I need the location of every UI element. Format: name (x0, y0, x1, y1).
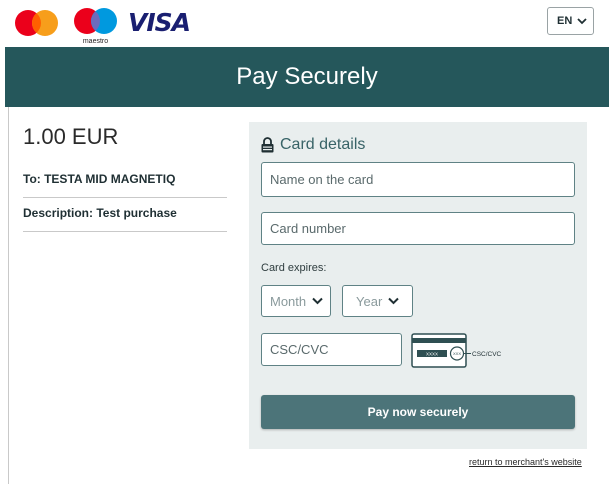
payee: To: TESTA MID MAGNETIQ (23, 172, 227, 198)
lock-icon (261, 137, 274, 153)
visa-logo: VISA (128, 8, 191, 37)
csc-hint-label: CSC/CVC (472, 351, 502, 358)
page-title: Pay Securely (236, 63, 378, 90)
card-number-input[interactable]: Card number (261, 212, 575, 245)
csc-digits: XXX (453, 351, 461, 356)
card-back-icon: XXXX XXX CSC/CVC (411, 333, 502, 368)
payment-amount: 1.00 EUR (23, 124, 119, 149)
card-expires-label: Card expires: (261, 262, 327, 274)
maestro-logo: maestro (74, 8, 117, 45)
card-details-heading: Card details (261, 136, 365, 154)
csc-placeholder: CSC/CVC (270, 342, 329, 357)
payment-description: Description: Test purchase (23, 206, 227, 232)
language-select[interactable]: EN (547, 7, 594, 35)
expiry-month-select[interactable]: Month (261, 285, 331, 317)
card-number-placeholder: Card number (270, 221, 346, 236)
return-to-merchant-link[interactable]: return to merchant's website (469, 457, 582, 467)
expiry-year-select[interactable]: Year (342, 285, 413, 317)
chevron-down-icon (577, 17, 587, 24)
pay-now-button[interactable]: Pay now securely (261, 395, 575, 429)
expiry-month-value: Month (270, 293, 307, 309)
csc-input[interactable]: CSC/CVC (261, 333, 402, 366)
language-selected: EN (557, 15, 573, 27)
card-details-panel: Card details Name on the card Card numbe… (249, 122, 587, 449)
card-digits: XXXX (426, 352, 438, 357)
mastercard-logo (15, 10, 58, 36)
left-divider (8, 107, 9, 484)
chevron-down-icon (312, 297, 323, 305)
top-bar: maestro VISA EN (0, 0, 609, 47)
card-details-title: Card details (280, 136, 366, 153)
expiry-year-value: Year (356, 293, 383, 309)
chevron-down-icon (388, 297, 399, 305)
page-header: Pay Securely (5, 47, 609, 107)
name-on-card-input[interactable]: Name on the card (261, 162, 575, 197)
name-on-card-placeholder: Name on the card (270, 172, 374, 187)
maestro-wordmark: maestro (83, 38, 108, 45)
